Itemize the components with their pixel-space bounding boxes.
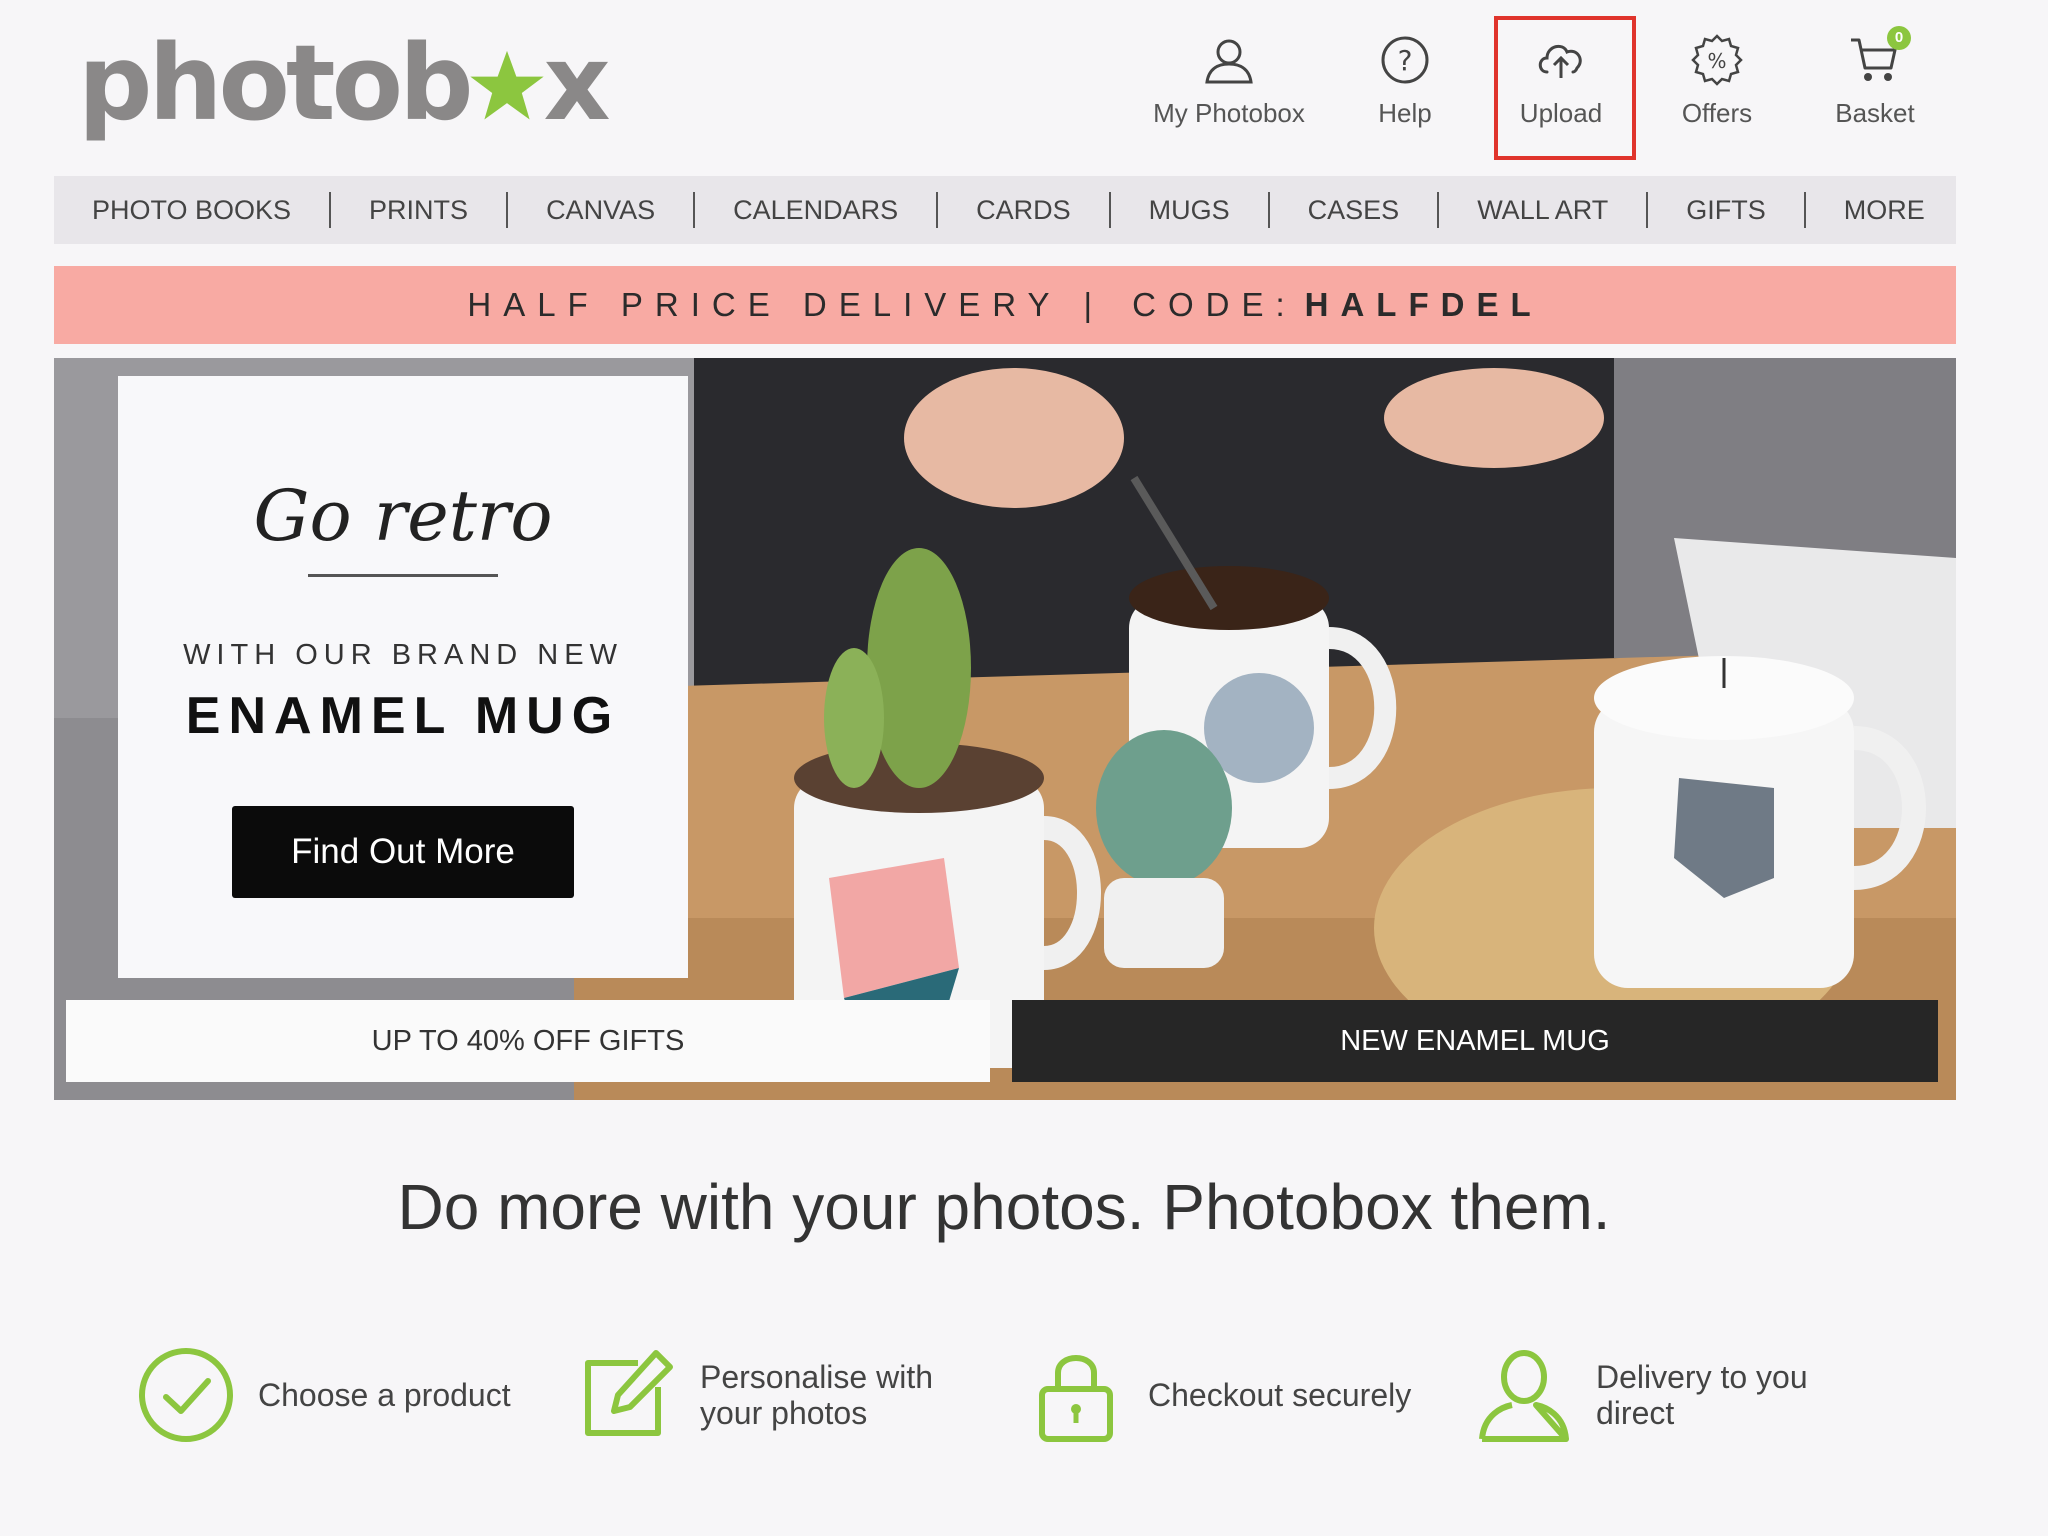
enamel-mug-tile[interactable]: NEW ENAMEL MUG (1012, 1000, 1938, 1082)
tagline: Do more with your photos. Photobox them. (397, 1171, 1611, 1243)
step-delivery: Delivery to you direct (1474, 1340, 1808, 1450)
help-icon: ? (1381, 36, 1429, 84)
promo-code-label: CODE: (1132, 286, 1297, 323)
svg-text:?: ? (1398, 44, 1413, 77)
step-personalise-label: Personalise with your photos (700, 1359, 933, 1431)
step-checkout-label: Checkout securely (1148, 1377, 1412, 1413)
nav-my-photobox[interactable]: My Photobox (1144, 28, 1314, 138)
cat-divider (693, 192, 696, 228)
cat-divider (1108, 192, 1111, 228)
user-icon (1205, 39, 1253, 84)
check-circle-icon (139, 1348, 233, 1442)
nav-basket-label: Basket (1835, 98, 1915, 128)
cat-divider (1437, 192, 1440, 228)
upload-highlight-box (1494, 16, 1636, 160)
basket-count-badge: 0 (1887, 26, 1911, 50)
cat-canvas[interactable]: CANVAS (546, 195, 655, 226)
padlock-icon (1039, 1355, 1113, 1442)
edit-icon (585, 1350, 673, 1436)
hero-banner: Go retro WITH OUR BRAND NEW ENAMEL MUG F… (54, 358, 1956, 1100)
cat-wall-art[interactable]: WALL ART (1477, 195, 1608, 226)
cat-gifts[interactable]: GIFTS (1686, 195, 1766, 226)
step-delivery-label: Delivery to you direct (1596, 1359, 1808, 1431)
step-choose-product-label: Choose a product (258, 1377, 511, 1413)
hero-title: Go retro (253, 475, 553, 557)
step-checkout: Checkout securely (1026, 1340, 1411, 1450)
person-icon (1479, 1350, 1569, 1442)
step-choose-product: Choose a product (136, 1340, 511, 1450)
step-delivery-line1: Delivery to you (1596, 1359, 1808, 1395)
category-nav: PHOTO BOOKS PRINTS CANVAS CALENDARS CARD… (54, 176, 1956, 244)
cat-mugs[interactable]: MUGS (1149, 195, 1230, 226)
promo-banner[interactable]: HALF PRICE DELIVERY | CODE: HALFDEL (54, 266, 1956, 344)
cat-divider (1267, 192, 1270, 228)
find-out-more-button[interactable]: Find Out More (232, 806, 574, 898)
nav-offers-label: Offers (1681, 98, 1753, 128)
cat-divider (506, 192, 509, 228)
cat-divider (936, 192, 939, 228)
gifts-offer-tile[interactable]: UP TO 40% OFF GIFTS (66, 1000, 990, 1082)
cat-cases[interactable]: CASES (1308, 195, 1400, 226)
promo-separator: | (1083, 286, 1105, 323)
cat-divider (1646, 192, 1649, 228)
svg-text:%: % (1707, 49, 1726, 73)
cat-divider (1803, 192, 1806, 228)
cat-calendars[interactable]: CALENDARS (733, 195, 898, 226)
cat-more[interactable]: MORE (1844, 195, 1925, 226)
nav-offers[interactable]: % Offers (1632, 28, 1802, 138)
hero-divider (308, 574, 498, 577)
step-personalise: Personalise with your photos (578, 1340, 933, 1450)
step-delivery-line2: direct (1596, 1395, 1675, 1431)
promo-code: HALFDEL (1304, 286, 1543, 323)
basket-icon-wrap: 0 (1847, 26, 1911, 88)
step-personalise-line2: your photos (700, 1395, 868, 1431)
hero-subtitle: WITH OUR BRAND NEW (183, 639, 623, 671)
nav-basket[interactable]: 0 Basket (1790, 26, 1960, 138)
offers-badge-icon: % (1691, 34, 1743, 86)
header-nav: My Photobox ? Help Upload % Offers 0 Bas… (0, 26, 2048, 138)
cat-cards[interactable]: CARDS (976, 195, 1071, 226)
nav-my-photobox-label: My Photobox (1153, 98, 1305, 128)
step-personalise-line1: Personalise with (700, 1359, 933, 1395)
cat-divider (329, 192, 332, 228)
promo-text: HALF PRICE DELIVERY (467, 286, 1062, 323)
nav-help[interactable]: ? Help (1320, 28, 1490, 138)
cat-prints[interactable]: PRINTS (369, 195, 468, 226)
hero-card: Go retro WITH OUR BRAND NEW ENAMEL MUG F… (118, 376, 688, 978)
cat-photo-books[interactable]: PHOTO BOOKS (92, 195, 291, 226)
hero-product: ENAMEL MUG (185, 687, 621, 745)
nav-help-label: Help (1378, 98, 1432, 128)
